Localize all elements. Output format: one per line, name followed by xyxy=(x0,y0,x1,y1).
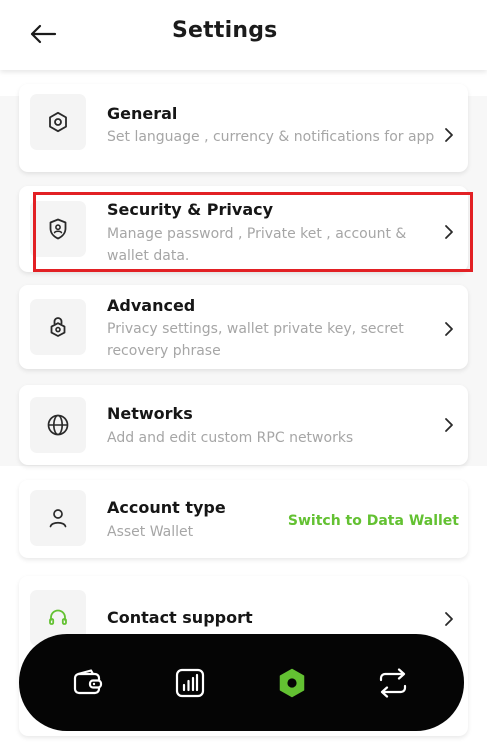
chevron-right-icon xyxy=(441,126,457,144)
bottom-navigation xyxy=(19,634,464,731)
settings-item-description: Privacy settings, wallet private key, se… xyxy=(107,321,404,359)
general-icon-tile xyxy=(30,94,86,150)
networks-icon-tile xyxy=(30,397,86,453)
settings-item-networks[interactable]: Networks Add and edit custom RPC network… xyxy=(19,385,468,465)
nav-wallet-button[interactable] xyxy=(70,665,106,701)
chevron-right-icon xyxy=(441,320,457,338)
contact-support-title: Contact support xyxy=(107,608,253,627)
bar-chart-icon xyxy=(175,668,205,698)
globe-icon xyxy=(47,414,69,436)
page-title: Settings xyxy=(172,18,278,43)
settings-item-title: General xyxy=(107,104,178,123)
user-icon xyxy=(49,509,67,528)
nav-settings-button[interactable] xyxy=(274,665,310,701)
settings-item-general[interactable]: General Set language , currency & notifi… xyxy=(19,84,468,172)
settings-item-title: Networks xyxy=(107,404,193,423)
highlight-box xyxy=(33,192,473,272)
settings-item-advanced[interactable]: Advanced Privacy settings, wallet privat… xyxy=(19,285,468,369)
settings-item-description: Add and edit custom RPC networks xyxy=(107,430,354,446)
settings-item-description: Set language , currency & notifications … xyxy=(107,129,435,145)
switch-wallet-link[interactable]: Switch to Data Wallet xyxy=(288,513,459,529)
swap-arrows-icon xyxy=(379,668,407,698)
lock-settings-icon xyxy=(50,317,66,337)
hexagon-icon xyxy=(49,111,67,133)
chevron-right-icon xyxy=(441,416,457,434)
arrow-left-icon xyxy=(30,24,57,44)
wallet-icon xyxy=(73,669,103,695)
hexagon-settings-icon xyxy=(279,668,305,698)
account-type-card: Account type Asset Wallet Switch to Data… xyxy=(19,480,468,558)
back-button[interactable] xyxy=(26,18,60,50)
settings-item-title: Advanced xyxy=(107,296,196,315)
account-icon-tile xyxy=(30,490,86,546)
account-type-title: Account type xyxy=(107,498,226,517)
nav-swap-button[interactable] xyxy=(375,665,411,701)
advanced-icon-tile xyxy=(30,299,86,355)
chevron-right-icon xyxy=(441,610,457,628)
headset-icon xyxy=(49,609,67,625)
nav-stats-button[interactable] xyxy=(172,665,208,701)
app-header: Settings xyxy=(0,0,487,70)
